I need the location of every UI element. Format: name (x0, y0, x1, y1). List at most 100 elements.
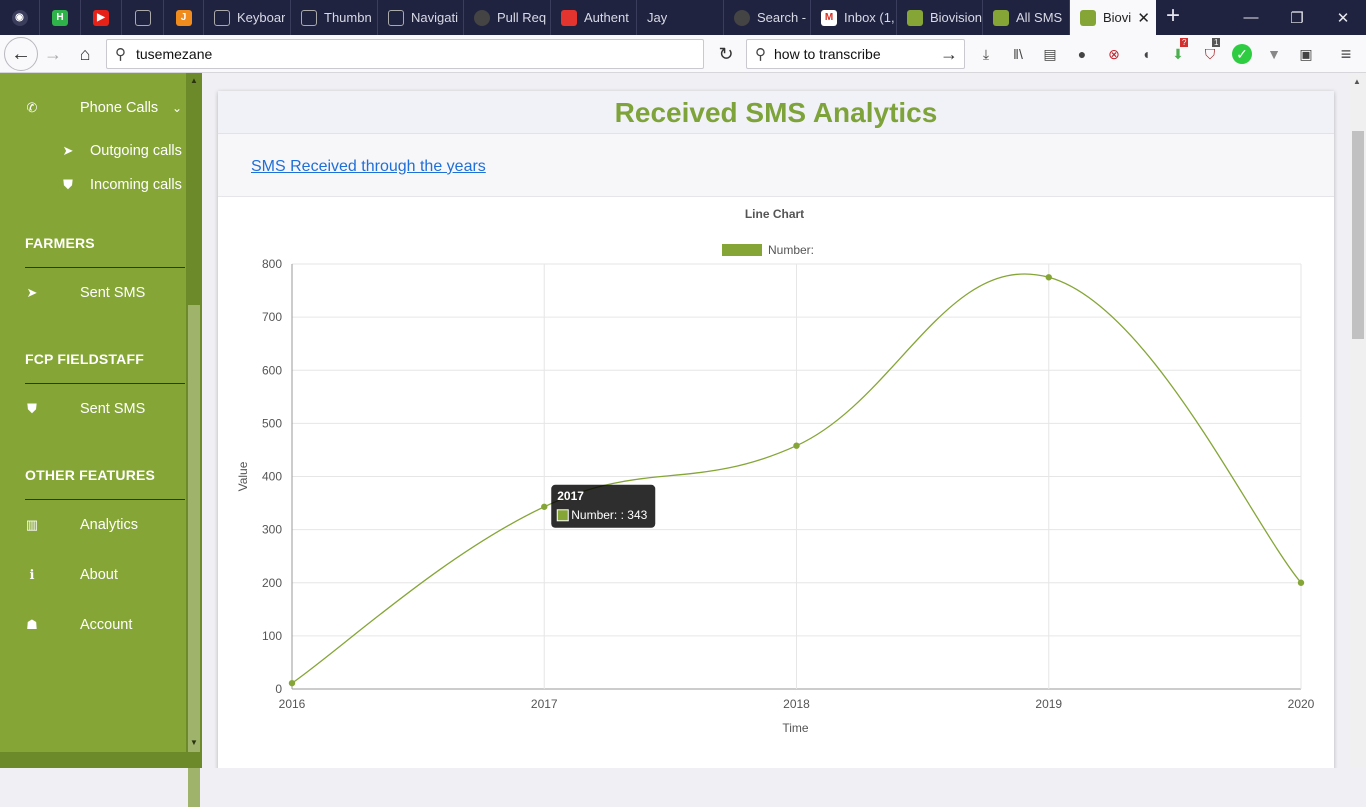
y-tick-label: 100 (262, 629, 282, 643)
x-tick-label: 2020 (1288, 697, 1315, 711)
h-shield-icon: H (52, 9, 68, 26)
sms-years-link[interactable]: SMS Received through the years (251, 158, 486, 176)
sidebar-scrollbar[interactable]: ▲ ▼ (186, 73, 202, 807)
tooltip-swatch (556, 509, 569, 522)
sidebar-item-account[interactable]: ☗ Account (0, 610, 186, 640)
scrollbar-thumb[interactable] (188, 305, 200, 807)
sidebar-horizontal-scrollbar[interactable] (0, 752, 202, 768)
minimize-button[interactable]: — (1228, 0, 1274, 35)
paper-plane-icon: ➤ (26, 285, 38, 300)
scroll-up-icon[interactable]: ▲ (1353, 77, 1361, 86)
monitor-icon (388, 9, 404, 26)
sidebar-item-analytics[interactable]: ▥ Analytics (0, 510, 186, 540)
card-subheader: SMS Received through the years (218, 134, 1334, 197)
tab-inbox[interactable]: M Inbox (1, (811, 0, 897, 35)
x-tick-label: 2016 (279, 697, 306, 711)
inbox-icon: ⛊ (27, 401, 37, 416)
tab-all-sms[interactable]: All SMS (983, 0, 1070, 35)
search-icon: ⚲ (115, 46, 126, 63)
search-icon: ⚲ (755, 46, 766, 63)
blocker-icon[interactable]: ⊗ (1104, 44, 1124, 64)
privacy-icon[interactable]: ◖ (1136, 44, 1156, 64)
home-button[interactable]: ⌂ (70, 39, 100, 69)
inbox-icon: ⛊ (63, 177, 73, 192)
library-icon[interactable]: ‖\ (1008, 44, 1028, 64)
sidebar-item-phone-calls[interactable]: ✆ Phone Calls ⌄ (0, 93, 186, 123)
ublock-icon[interactable]: ⛉ 1 (1200, 38, 1221, 64)
gmail-icon: M (821, 9, 837, 26)
tab-keyboard[interactable]: Keyboar (204, 0, 291, 35)
tab-navigation[interactable]: Navigati (378, 0, 464, 35)
sidebar-toggle-icon[interactable]: ▤ (1040, 44, 1060, 64)
pinned-tab-5[interactable]: J (164, 0, 204, 35)
restore-button[interactable]: ❐ (1274, 0, 1320, 35)
pinned-tab-1[interactable]: ◉ (0, 0, 40, 35)
pinned-tab-2[interactable]: H (40, 0, 81, 35)
tooltip-title: 2017 (557, 489, 584, 503)
nav-toolbar: ← → ⌂ ⚲ tusemezane ↻ ⚲ how to transcribe… (0, 35, 1366, 73)
download-icon[interactable]: ⤓ (976, 44, 996, 64)
sidebar-item-incoming-calls[interactable]: ⛊ Incoming calls (0, 170, 186, 200)
tab-biovision[interactable]: Biovision (897, 0, 983, 35)
sidebar-item-about[interactable]: ℹ About (0, 560, 186, 590)
scroll-up-icon[interactable]: ▲ (188, 75, 200, 87)
download-helper-icon[interactable]: ⬇ ? (1168, 38, 1189, 64)
url-bar[interactable]: ⚲ tusemezane (106, 39, 704, 69)
sidebar: ✆ Phone Calls ⌄ ➤ Outgoing calls ⛊ Incom… (0, 73, 186, 753)
divider (25, 499, 185, 500)
youtube-icon: ▶ (93, 9, 109, 26)
paper-plane-icon: ➤ (62, 143, 74, 158)
tab-active-biovision[interactable]: Biovi ✕ (1070, 0, 1156, 35)
arrow-right-icon: → (44, 43, 62, 64)
monitor-icon (214, 9, 230, 26)
sidebar-item-farmers-sent-sms[interactable]: ➤ Sent SMS (0, 278, 186, 308)
y-tick-label: 800 (262, 257, 282, 271)
biovision-icon (907, 9, 923, 26)
line-chart: Line Chart Number: 0 100 200 300 400 500 600 700 8… (236, 207, 1315, 735)
new-tab-button[interactable]: + (1160, 3, 1186, 31)
url-text[interactable]: tusemezane (136, 46, 212, 62)
close-tab-icon[interactable]: ✕ (1137, 9, 1150, 27)
pinned-tab-4[interactable] (122, 0, 164, 35)
tab-jay[interactable]: Jay (637, 0, 724, 35)
search-text[interactable]: how to transcribe (774, 46, 940, 62)
fcp-fieldstaff-heading: FCP FIELDSTAFF (25, 351, 144, 367)
check-icon[interactable]: ✓ (1232, 44, 1252, 64)
info-icon: ℹ (29, 567, 35, 582)
legend-label: Number: (768, 243, 814, 257)
tab-pull-requests[interactable]: Pull Req (464, 0, 551, 35)
scrollbar-thumb[interactable] (1352, 131, 1364, 339)
search-go-icon[interactable]: → (940, 44, 958, 65)
back-button[interactable]: ← (4, 37, 38, 71)
github-icon (734, 9, 750, 26)
data-point (793, 442, 800, 449)
y-tick-label: 300 (262, 523, 282, 537)
sidebar-item-fcp-sent-sms[interactable]: ⛊ Sent SMS (0, 394, 186, 424)
y-tick-label: 400 (262, 470, 282, 484)
pinned-tab-3[interactable]: ▶ (81, 0, 122, 35)
card-header: Received SMS Analytics (218, 91, 1334, 134)
divider (25, 267, 185, 268)
legend-swatch (722, 244, 762, 256)
reload-button[interactable]: ↻ (711, 39, 741, 69)
screenshot-icon[interactable]: ▣ (1296, 44, 1316, 64)
j-icon: J (175, 9, 192, 26)
sidebar-item-outgoing-calls[interactable]: ➤ Outgoing calls (0, 136, 186, 166)
tab-search[interactable]: Search - (724, 0, 811, 35)
account-icon[interactable]: ● (1072, 44, 1092, 64)
user-icon: ☗ (26, 617, 38, 632)
phone-icon: ✆ (26, 100, 38, 115)
divider (25, 383, 185, 384)
chart-title: Line Chart (745, 207, 804, 221)
vue-icon[interactable]: ▼ (1264, 44, 1284, 64)
forward-button[interactable]: → (38, 39, 68, 69)
tab-thumbnail[interactable]: Thumbn (291, 0, 378, 35)
close-window-button[interactable]: ✕ (1320, 0, 1366, 35)
tooltip-label: Number: : 343 (571, 508, 647, 522)
page-scrollbar[interactable]: ▲ (1350, 73, 1366, 768)
scroll-down-icon[interactable]: ▼ (188, 737, 200, 749)
search-bar[interactable]: ⚲ how to transcribe → (746, 39, 965, 69)
tab-authentication[interactable]: Authent (551, 0, 637, 35)
menu-icon[interactable]: ≡ (1336, 44, 1356, 64)
biovision-icon (1080, 9, 1096, 26)
